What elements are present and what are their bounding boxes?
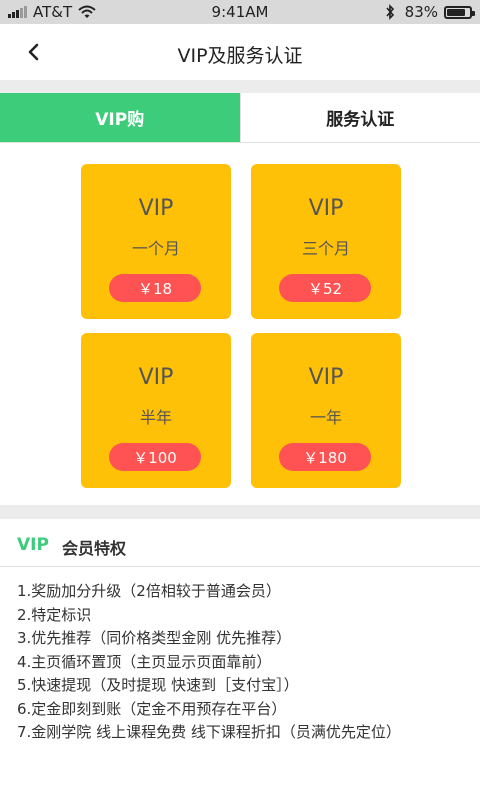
privilege-item: 7.金刚学院 线上课程免费 线下课程折扣（员满优先定位） bbox=[17, 723, 401, 741]
plan-vip-label: VIP bbox=[308, 365, 344, 390]
plan-period: 一年 bbox=[309, 408, 342, 427]
vip-plans: VIP 一个月 ￥18 VIP 三个月 ￥52 VIP 半年 ￥100 VIP … bbox=[0, 143, 480, 505]
privilege-item: 3.优先推荐（同价格类型金刚 优先推荐） bbox=[17, 629, 292, 647]
plan-price-button[interactable]: ￥100 bbox=[109, 443, 201, 471]
plan-vip-label: VIP bbox=[138, 365, 174, 390]
plan-price-button[interactable]: ￥180 bbox=[279, 443, 371, 471]
page-title: VIP及服务认证 bbox=[177, 45, 303, 67]
plan-vip-label: VIP bbox=[308, 196, 344, 221]
plan-card-half-year[interactable]: VIP 半年 ￥100 bbox=[81, 333, 231, 488]
battery-fill bbox=[447, 8, 465, 16]
plan-card-3-months[interactable]: VIP 三个月 ￥52 bbox=[251, 164, 401, 319]
plan-card-1-year[interactable]: VIP 一年 ￥180 bbox=[251, 333, 401, 488]
battery-icon bbox=[444, 5, 475, 19]
battery-percent: 83% bbox=[404, 3, 438, 21]
privilege-item: 2.特定标识 bbox=[17, 605, 92, 624]
bluetooth-icon bbox=[386, 4, 394, 20]
tab-vip-purchase[interactable]: VIP购 bbox=[0, 93, 240, 142]
plan-price-button[interactable]: ￥18 bbox=[109, 274, 201, 302]
privilege-item: 4.主页循环置顶（主页显示页面靠前） bbox=[17, 652, 272, 671]
privilege-item: 1.奖励加分升级（2倍相较于普通会员） bbox=[17, 582, 281, 600]
privilege-item: 5.快速提现（及时提现 快速到［支付宝］） bbox=[17, 676, 299, 694]
plan-card-1-month[interactable]: VIP 一个月 ￥18 bbox=[81, 164, 231, 319]
privilege-list: 1.奖励加分升级（2倍相较于普通会员） 2.特定标识 3.优先推荐（同价格类型金… bbox=[17, 580, 477, 745]
status-bar: AT&T 9:41AM 83% bbox=[0, 0, 480, 24]
status-right: 83% bbox=[385, 0, 475, 24]
privilege-item: 6.定金即刻到账（定金不用预存在平台） bbox=[17, 699, 287, 718]
tab-bar: VIP购 服务认证 bbox=[0, 93, 480, 143]
privilege-vip-label: VIP bbox=[17, 535, 49, 555]
privilege-title: 会员特权 bbox=[62, 539, 127, 558]
tab-service-certification[interactable]: 服务认证 bbox=[239, 93, 480, 142]
plan-price-button[interactable]: ￥52 bbox=[279, 274, 371, 302]
plan-period: 三个月 bbox=[301, 239, 350, 258]
nav-header: VIP及服务认证 bbox=[0, 24, 480, 80]
privilege-header: VIP 会员特权 bbox=[0, 519, 480, 567]
separator-band bbox=[0, 80, 480, 93]
plan-period: 一个月 bbox=[131, 239, 180, 258]
plan-period: 半年 bbox=[139, 408, 172, 427]
separator-band bbox=[0, 505, 480, 519]
plan-vip-label: VIP bbox=[138, 196, 174, 221]
